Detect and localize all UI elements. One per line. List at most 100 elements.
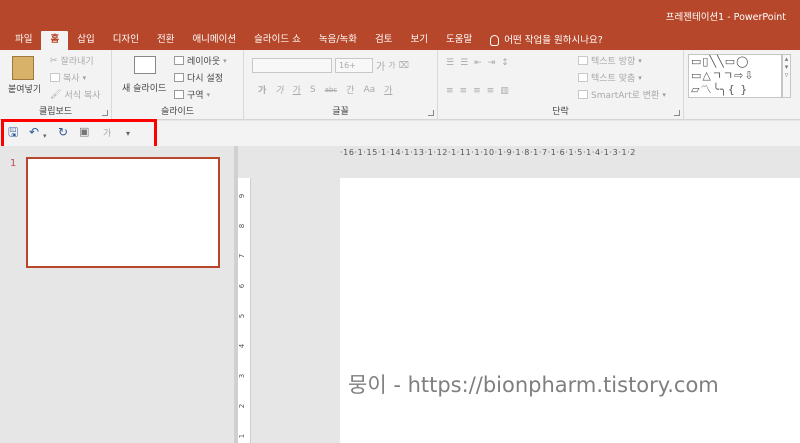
shadow-button[interactable]: S: [310, 85, 316, 95]
bullets-icon[interactable]: ☰: [446, 58, 454, 68]
format-painter-button[interactable]: 🖌 서식 복사: [50, 88, 100, 102]
align-text-icon: [578, 73, 588, 82]
char-spacing-button[interactable]: 간: [346, 83, 354, 96]
text-direction-button[interactable]: 텍스트 방향 ▾: [578, 54, 642, 67]
tab-view[interactable]: 보기: [402, 31, 437, 50]
tab-design[interactable]: 디자인: [104, 31, 148, 50]
vertical-ruler: 9 8 7 6 5 4 3 2 1: [238, 178, 251, 443]
ruler-tick: 2: [238, 403, 247, 409]
group-clipboard: 붙여넣기 ✂ 잘라내기 복사 ▾ 🖌 서식 복사 클립보드: [0, 50, 112, 120]
slide-canvas[interactable]: [340, 178, 800, 443]
lightbulb-icon: [490, 35, 500, 46]
cut-button[interactable]: ✂ 잘라내기: [50, 54, 94, 68]
brush-icon: 🖌: [50, 89, 62, 100]
line-spacing-icon[interactable]: ↕: [501, 58, 509, 68]
grow-font-button[interactable]: 가: [376, 58, 385, 73]
justify-icon[interactable]: ≡: [487, 86, 495, 96]
shapes-gallery-scroll[interactable]: ▴ ▾ ▿: [782, 54, 791, 98]
ribbon: 붙여넣기 ✂ 잘라내기 복사 ▾ 🖌 서식 복사 클립보드 새 슬라이드 레이아웃 ▾ …: [0, 50, 800, 120]
numbering-icon[interactable]: ☰: [460, 58, 468, 68]
text-direction-icon: [578, 56, 588, 65]
clipboard-launcher-icon[interactable]: [102, 110, 108, 116]
group-paragraph: ☰ ☰ ⇤ ⇥ ↕ ≡ ≡ ≡ ≡ ▥ 텍스트 방향 ▾ 텍스트 맞춤 ▾ Smar…: [438, 50, 684, 120]
group-label-slides: 슬라이드: [160, 107, 195, 117]
window-title: 프레젠테이션1 - PowerPoint: [665, 12, 786, 23]
font-size-combo[interactable]: 16+: [335, 58, 373, 73]
new-slide-button[interactable]: 새 슬라이드: [122, 81, 166, 94]
group-label-paragraph: 단락: [552, 107, 569, 117]
reset-button[interactable]: 다시 설정: [174, 71, 223, 84]
group-label-clipboard: 클립보드: [38, 107, 73, 117]
decrease-indent-icon[interactable]: ⇤: [474, 58, 482, 68]
ruler-tick: 7: [238, 253, 247, 259]
tab-insert[interactable]: 삽입: [68, 31, 103, 50]
tab-review[interactable]: 검토: [366, 31, 401, 50]
tab-slideshow[interactable]: 슬라이드 쇼: [245, 31, 310, 50]
ruler-tick: 3: [238, 373, 247, 379]
layout-icon: [174, 56, 184, 65]
underline-button[interactable]: 가: [293, 83, 301, 96]
tell-me-search[interactable]: 어떤 작업을 원하시나요?: [481, 31, 611, 50]
ruler-tick: 5: [238, 313, 247, 319]
align-left-icon[interactable]: ≡: [446, 86, 454, 96]
tab-help[interactable]: 도움말: [437, 31, 481, 50]
strikethrough-button[interactable]: abc: [325, 86, 338, 94]
text-direction-label: 텍스트 방향: [591, 57, 636, 67]
section-icon: [174, 90, 184, 99]
align-right-icon[interactable]: ≡: [473, 86, 481, 96]
ribbon-tabs: 파일 홈 삽입 디자인 전환 애니메이션 슬라이드 쇼 녹음/녹화 검토 보기 …: [6, 31, 612, 50]
paste-icon: [12, 56, 34, 80]
ruler-tick: 8: [238, 223, 247, 229]
italic-button[interactable]: 가: [275, 83, 283, 96]
section-button[interactable]: 구역 ▾: [174, 88, 210, 101]
clear-format-icon[interactable]: ⌧: [399, 61, 409, 71]
paragraph-row-2: ≡ ≡ ≡ ≡ ▥: [446, 86, 509, 96]
increase-indent-icon[interactable]: ⇥: [488, 58, 496, 68]
copy-label: 복사: [63, 74, 80, 84]
bold-button[interactable]: 가: [258, 83, 266, 96]
font-name-combo[interactable]: [252, 58, 332, 73]
ruler-tick: 9: [238, 193, 247, 199]
smartart-label: SmartArt로 변환: [591, 91, 660, 101]
ruler-tick: 6: [238, 283, 247, 289]
group-label-font: 글꼴: [332, 107, 349, 117]
font-row-1: 16+ 가 가 ⌧: [252, 58, 409, 73]
font-launcher-icon[interactable]: [428, 110, 434, 116]
align-center-icon[interactable]: ≡: [460, 86, 468, 96]
tab-record[interactable]: 녹음/녹화: [310, 31, 366, 50]
new-slide-label: 새 슬라이드: [122, 84, 167, 94]
shapes-gallery[interactable]: ▭▯╲╲▭◯ ▭△ㄱㄱ⇨⇩ ▱〽╰╮{ }: [688, 54, 782, 98]
paste-label: 붙여넣기: [8, 85, 42, 95]
shrink-font-button[interactable]: 가: [388, 60, 395, 71]
columns-icon[interactable]: ▥: [500, 86, 509, 96]
tab-home[interactable]: 홈: [41, 31, 69, 50]
ruler-tick: 1: [238, 433, 247, 439]
align-text-label: 텍스트 맞춤: [591, 74, 636, 84]
group-slides: 새 슬라이드 레이아웃 ▾ 다시 설정 구역 ▾ 슬라이드: [112, 50, 244, 120]
copy-button[interactable]: 복사 ▾: [50, 71, 86, 84]
layout-button[interactable]: 레이아웃 ▾: [174, 54, 227, 67]
paragraph-launcher-icon[interactable]: [674, 110, 680, 116]
change-case-button[interactable]: Aa: [363, 85, 375, 95]
tab-file[interactable]: 파일: [6, 31, 41, 50]
new-slide-icon: [134, 56, 156, 74]
layout-label: 레이아웃: [187, 57, 221, 67]
font-color-button[interactable]: 가: [384, 83, 392, 96]
smartart-button[interactable]: SmartArt로 변환 ▾: [578, 88, 666, 101]
paste-button[interactable]: 붙여넣기: [8, 82, 41, 95]
align-text-button[interactable]: 텍스트 맞춤 ▾: [578, 71, 642, 84]
cut-label: 잘라내기: [60, 57, 94, 67]
tell-me-text: 어떤 작업을 원하시나요?: [504, 34, 603, 46]
group-font: 16+ 가 가 ⌧ 가 가 가 S abc 간 Aa 가 글꼴: [244, 50, 438, 120]
scissors-icon: ✂: [50, 55, 58, 66]
copy-icon: [50, 73, 60, 82]
slide-thumbnail[interactable]: [26, 157, 220, 268]
horizontal-ruler: ·16·1·15·1·14·1·13·1·12·1·11·1·10·1·9·1·…: [340, 148, 636, 157]
tab-transitions[interactable]: 전환: [148, 31, 183, 50]
slide-number: 1: [10, 158, 17, 169]
watermark-text: 뭉이 - https://bionpharm.tistory.com: [348, 373, 719, 397]
smartart-icon: [578, 90, 588, 99]
tab-animations[interactable]: 애니메이션: [183, 31, 245, 50]
reset-label: 다시 설정: [187, 74, 223, 84]
paragraph-row-1: ☰ ☰ ⇤ ⇥ ↕: [446, 58, 509, 68]
